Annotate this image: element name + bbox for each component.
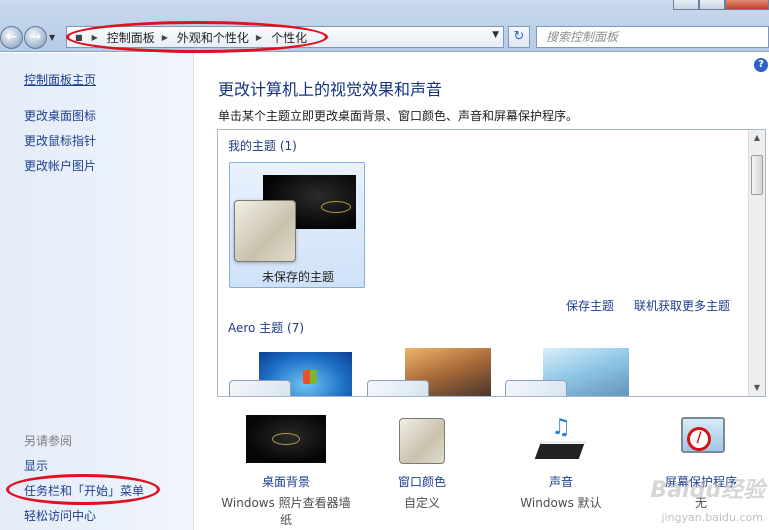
windows-logo-icon [303, 370, 317, 384]
arrow-right-icon: → [29, 29, 42, 45]
piano-keys-icon [534, 441, 586, 459]
help-icon[interactable]: ? [754, 58, 768, 72]
watermark-brand: Baidu经验 [650, 478, 765, 503]
unsaved-theme-tile[interactable]: 未保存的主题 [229, 162, 365, 288]
arrow-left-icon: ← [5, 29, 18, 45]
back-button[interactable]: ← [0, 26, 23, 49]
title-bar: ← → ▼ ■ ▶ 控制面板 ▶ 外观和个性化 ▶ 个性化 ▼ ↻ 搜索控制面板 [0, 0, 769, 52]
get-more-themes-link[interactable]: 联机获取更多主题 [634, 297, 730, 314]
desktop-background-icon [246, 415, 326, 463]
change-mouse-pointer-link[interactable]: 更改鼠标指针 [24, 132, 96, 149]
desktop-background-label[interactable]: 桌面背景 [216, 473, 356, 490]
watermark-url: jingyan.baidu.com [661, 511, 763, 524]
refresh-button[interactable]: ↻ [508, 26, 530, 48]
aero-theme-architecture[interactable] [363, 344, 493, 396]
control-panel-home-link[interactable]: 控制面板主页 [24, 71, 96, 88]
breadcrumb-personalization[interactable]: 个性化 [271, 29, 307, 46]
bat-logo-icon [321, 201, 351, 213]
no-sign-icon: / [687, 427, 711, 451]
scrollbar-thumb[interactable] [751, 155, 763, 195]
screen-saver-item[interactable]: / 屏幕保护程序 无 [631, 415, 769, 510]
theme-list: 我的主题 (1) 未保存的主题 保存主题 联机获取更多主题 Aero 主题 (7… [217, 129, 766, 397]
see-also-heading: 另请参阅 [24, 434, 73, 448]
change-desktop-icons-link[interactable]: 更改桌面图标 [24, 107, 96, 124]
forward-button[interactable]: → [24, 26, 47, 49]
address-bar[interactable]: ■ ▶ 控制面板 ▶ 外观和个性化 ▶ 个性化 ▼ [66, 26, 504, 48]
breadcrumb-separator-icon[interactable]: ▶ [162, 33, 168, 42]
main-content: ? 更改计算机上的视觉效果和声音 单击某个主题立即更改桌面背景、窗口颜色、声音和… [195, 53, 769, 530]
minimize-button[interactable] [673, 0, 699, 10]
sounds-item[interactable]: ♫ 声音 Windows 默认 [491, 415, 631, 510]
page-title: 更改计算机上的视觉效果和声音 [218, 80, 443, 99]
window-controls [673, 0, 769, 10]
window-color-icon [399, 418, 445, 464]
window-color-value: 自定义 [403, 496, 440, 510]
unsaved-theme-label: 未保存的主题 [261, 270, 334, 284]
my-themes-heading: 我的主题 (1) [228, 139, 297, 153]
save-theme-link[interactable]: 保存主题 [566, 297, 614, 314]
left-pane: 控制面板主页 更改桌面图标 更改鼠标指针 更改帐户图片 另请参阅 显示 任务栏和… [0, 53, 194, 530]
ease-of-access-link[interactable]: 轻松访问中心 [24, 507, 96, 524]
sounds-value: Windows 默认 [520, 496, 602, 510]
window-color-label[interactable]: 窗口颜色 [352, 473, 492, 490]
sounds-label[interactable]: 声音 [491, 473, 631, 490]
theme-list-scrollbar[interactable]: ▲ ▼ [748, 130, 765, 396]
breadcrumb-separator-icon[interactable]: ▶ [92, 33, 98, 42]
scroll-down-icon[interactable]: ▼ [749, 380, 765, 396]
recent-pages-dropdown-icon[interactable]: ▼ [49, 33, 55, 42]
window-color-swatch [229, 380, 291, 396]
aero-themes-heading: Aero 主题 (7) [228, 321, 305, 335]
breadcrumb-control-panel[interactable]: 控制面板 [107, 29, 155, 46]
control-panel-icon: ■ [75, 32, 83, 42]
screen-saver-icon: / [673, 415, 729, 463]
change-account-picture-link[interactable]: 更改帐户图片 [24, 157, 96, 174]
navigation-buttons: ← → ▼ [0, 26, 59, 49]
chevron-down-icon[interactable]: ▼ [492, 30, 499, 40]
window-color-swatch [234, 200, 296, 262]
taskbar-start-menu-link[interactable]: 任务栏和「开始」菜单 [24, 482, 144, 499]
breadcrumb-appearance[interactable]: 外观和个性化 [177, 29, 249, 46]
refresh-icon: ↻ [513, 29, 525, 44]
maximize-button[interactable] [699, 0, 725, 10]
aero-theme-characters[interactable] [501, 344, 631, 396]
display-link[interactable]: 显示 [24, 457, 48, 474]
aero-theme-windows7[interactable] [225, 352, 355, 396]
close-button[interactable] [725, 0, 769, 10]
window-color-swatch [505, 380, 567, 396]
desktop-background-value: Windows 照片查看器墙纸 [221, 496, 351, 527]
window-color-swatch [367, 380, 429, 396]
sounds-icon: ♫ [526, 415, 596, 463]
page-description: 单击某个主题立即更改桌面背景、窗口颜色、声音和屏幕保护程序。 [218, 109, 579, 123]
window-color-item[interactable]: 窗口颜色 自定义 [352, 418, 492, 510]
search-input[interactable]: 搜索控制面板 [536, 26, 769, 48]
breadcrumb-separator-icon[interactable]: ▶ [256, 33, 262, 42]
desktop-background-item[interactable]: 桌面背景 Windows 照片查看器墙纸 [216, 415, 356, 527]
scroll-up-icon[interactable]: ▲ [749, 130, 765, 146]
